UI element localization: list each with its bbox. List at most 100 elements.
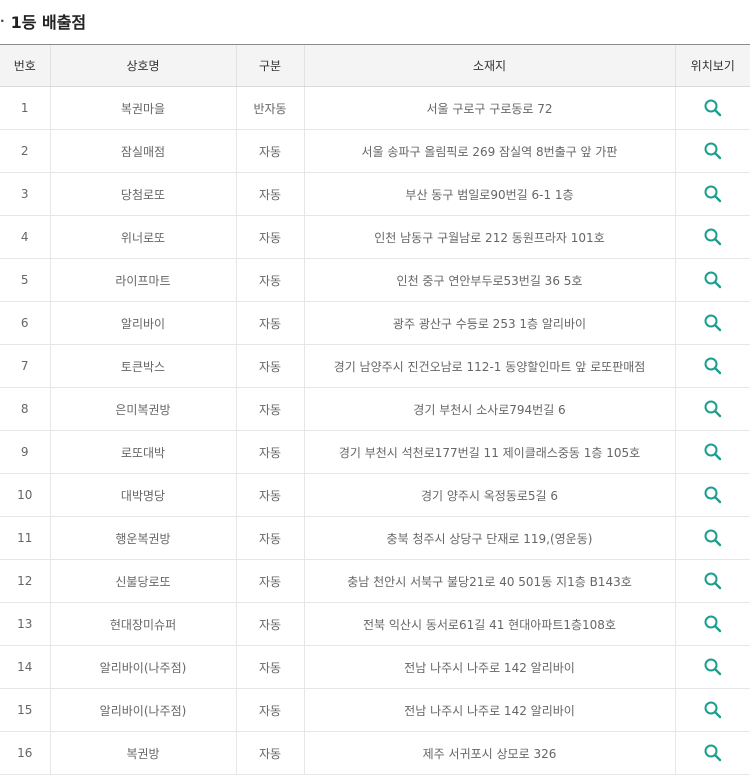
cell-address: 경기 부천시 소사로794번길 6	[303, 387, 675, 431]
view-location-button[interactable]	[703, 98, 723, 118]
table-row: 7 토큰박스 자동 경기 남양주시 진건오남로 112-1 동양할인마트 앞 로또판매…	[0, 344, 750, 388]
view-location-button[interactable]	[703, 528, 723, 548]
cell-location	[674, 516, 750, 560]
cell-location	[674, 473, 750, 517]
cell-location	[674, 129, 750, 173]
cell-number: 3	[0, 172, 50, 216]
cell-type: 자동	[235, 172, 304, 216]
search-icon	[704, 658, 721, 676]
cell-number: 10	[0, 473, 50, 517]
cell-type: 자동	[235, 430, 304, 474]
table-row: 16 복권방 자동 제주 서귀포시 상모로 326	[0, 731, 750, 775]
cell-address: 경기 부천시 석천로177번길 11 제이클래스중동 1층 105호	[303, 430, 675, 474]
table-row: 15 알리바이(나주점) 자동 전남 나주시 나주로 142 알리바이	[0, 688, 750, 732]
cell-number: 6	[0, 301, 50, 345]
view-location-button[interactable]	[703, 442, 723, 462]
view-location-button[interactable]	[703, 571, 723, 591]
cell-address: 경기 양주시 옥정동로5길 6	[303, 473, 675, 517]
cell-number: 7	[0, 344, 50, 388]
cell-address: 인천 남동구 구월남로 212 동원프라자 101호	[303, 215, 675, 259]
cell-store-name: 복권마을	[49, 86, 236, 130]
search-icon	[704, 99, 721, 117]
cell-address: 경기 남양주시 진건오남로 112-1 동양할인마트 앞 로또판매점	[303, 344, 675, 388]
cell-store-name: 대박명당	[49, 473, 236, 517]
title-text: 1등 배출점	[10, 13, 87, 32]
cell-address: 전남 나주시 나주로 142 알리바이	[303, 645, 675, 689]
cell-location	[674, 215, 750, 259]
cell-location	[674, 344, 750, 388]
table-row: 13 현대장미슈퍼 자동 전북 익산시 동서로61길 41 현대아파트1층108호	[0, 602, 750, 646]
cell-store-name: 행운복권방	[49, 516, 236, 560]
cell-number: 15	[0, 688, 50, 732]
title-bullet: ·	[0, 14, 5, 28]
search-icon	[704, 615, 721, 633]
cell-location	[674, 172, 750, 216]
cell-number: 16	[0, 731, 50, 775]
cell-address: 부산 동구 범일로90번길 6-1 1층	[303, 172, 675, 216]
search-icon	[704, 443, 721, 461]
table-row: 4 위너로또 자동 인천 남동구 구월남로 212 동원프라자 101호	[0, 215, 750, 259]
view-location-button[interactable]	[703, 184, 723, 204]
header-number: 번호	[0, 44, 50, 87]
view-location-button[interactable]	[703, 485, 723, 505]
search-icon	[704, 529, 721, 547]
header-location: 위치보기	[674, 44, 750, 87]
cell-type: 자동	[235, 559, 304, 603]
search-icon	[704, 314, 721, 332]
cell-store-name: 알리바이(나주점)	[49, 688, 236, 732]
cell-type: 반자동	[235, 86, 304, 130]
cell-number: 13	[0, 602, 50, 646]
view-location-button[interactable]	[703, 657, 723, 677]
cell-location	[674, 731, 750, 775]
view-location-button[interactable]	[703, 399, 723, 419]
search-icon	[704, 142, 721, 160]
cell-number: 8	[0, 387, 50, 431]
cell-store-name: 알리바이	[49, 301, 236, 345]
view-location-button[interactable]	[703, 700, 723, 720]
table-row: 1 복권마을 반자동 서울 구로구 구로동로 72	[0, 86, 750, 130]
view-location-button[interactable]	[703, 743, 723, 763]
view-location-button[interactable]	[703, 227, 723, 247]
table-row: 11 행운복권방 자동 충북 청주시 상당구 단재로 119,(영운동)	[0, 516, 750, 560]
cell-address: 충남 천안시 서북구 불당21로 40 501동 지1층 B143호	[303, 559, 675, 603]
cell-type: 자동	[235, 688, 304, 732]
cell-number: 12	[0, 559, 50, 603]
table-header-row: 번호 상호명 구분 소재지 위치보기	[0, 44, 750, 87]
cell-type: 자동	[235, 215, 304, 259]
cell-store-name: 잠실매점	[49, 129, 236, 173]
cell-store-name: 당첨로또	[49, 172, 236, 216]
table-row: 6 알리바이 자동 광주 광산구 수등로 253 1층 알리바이	[0, 301, 750, 345]
view-location-button[interactable]	[703, 141, 723, 161]
view-location-button[interactable]	[703, 614, 723, 634]
table-row: 10 대박명당 자동 경기 양주시 옥정동로5길 6	[0, 473, 750, 517]
cell-address: 전북 익산시 동서로61길 41 현대아파트1층108호	[303, 602, 675, 646]
cell-location	[674, 645, 750, 689]
table-row: 12 신불당로또 자동 충남 천안시 서북구 불당21로 40 501동 지1층 B1…	[0, 559, 750, 603]
view-location-button[interactable]	[703, 270, 723, 290]
cell-type: 자동	[235, 301, 304, 345]
search-icon	[704, 572, 721, 590]
cell-number: 2	[0, 129, 50, 173]
cell-address: 제주 서귀포시 상모로 326	[303, 731, 675, 775]
view-location-button[interactable]	[703, 356, 723, 376]
view-location-button[interactable]	[703, 313, 723, 333]
table-row: 2 잠실매점 자동 서울 송파구 올림픽로 269 잠실역 8번출구 앞 가판	[0, 129, 750, 173]
search-icon	[704, 357, 721, 375]
cell-number: 5	[0, 258, 50, 302]
cell-store-name: 신불당로또	[49, 559, 236, 603]
cell-location	[674, 387, 750, 431]
table-row: 5 라이프마트 자동 인천 중구 연안부두로53번길 36 5호	[0, 258, 750, 302]
cell-location	[674, 602, 750, 646]
cell-number: 4	[0, 215, 50, 259]
table-row: 3 당첨로또 자동 부산 동구 범일로90번길 6-1 1층	[0, 172, 750, 216]
cell-number: 14	[0, 645, 50, 689]
cell-address: 서울 구로구 구로동로 72	[303, 86, 675, 130]
cell-type: 자동	[235, 645, 304, 689]
cell-number: 9	[0, 430, 50, 474]
table-row: 8 은미복권방 자동 경기 부천시 소사로794번길 6	[0, 387, 750, 431]
cell-address: 서울 송파구 올림픽로 269 잠실역 8번출구 앞 가판	[303, 129, 675, 173]
cell-location	[674, 688, 750, 732]
cell-location	[674, 86, 750, 130]
cell-location	[674, 301, 750, 345]
cell-location	[674, 258, 750, 302]
